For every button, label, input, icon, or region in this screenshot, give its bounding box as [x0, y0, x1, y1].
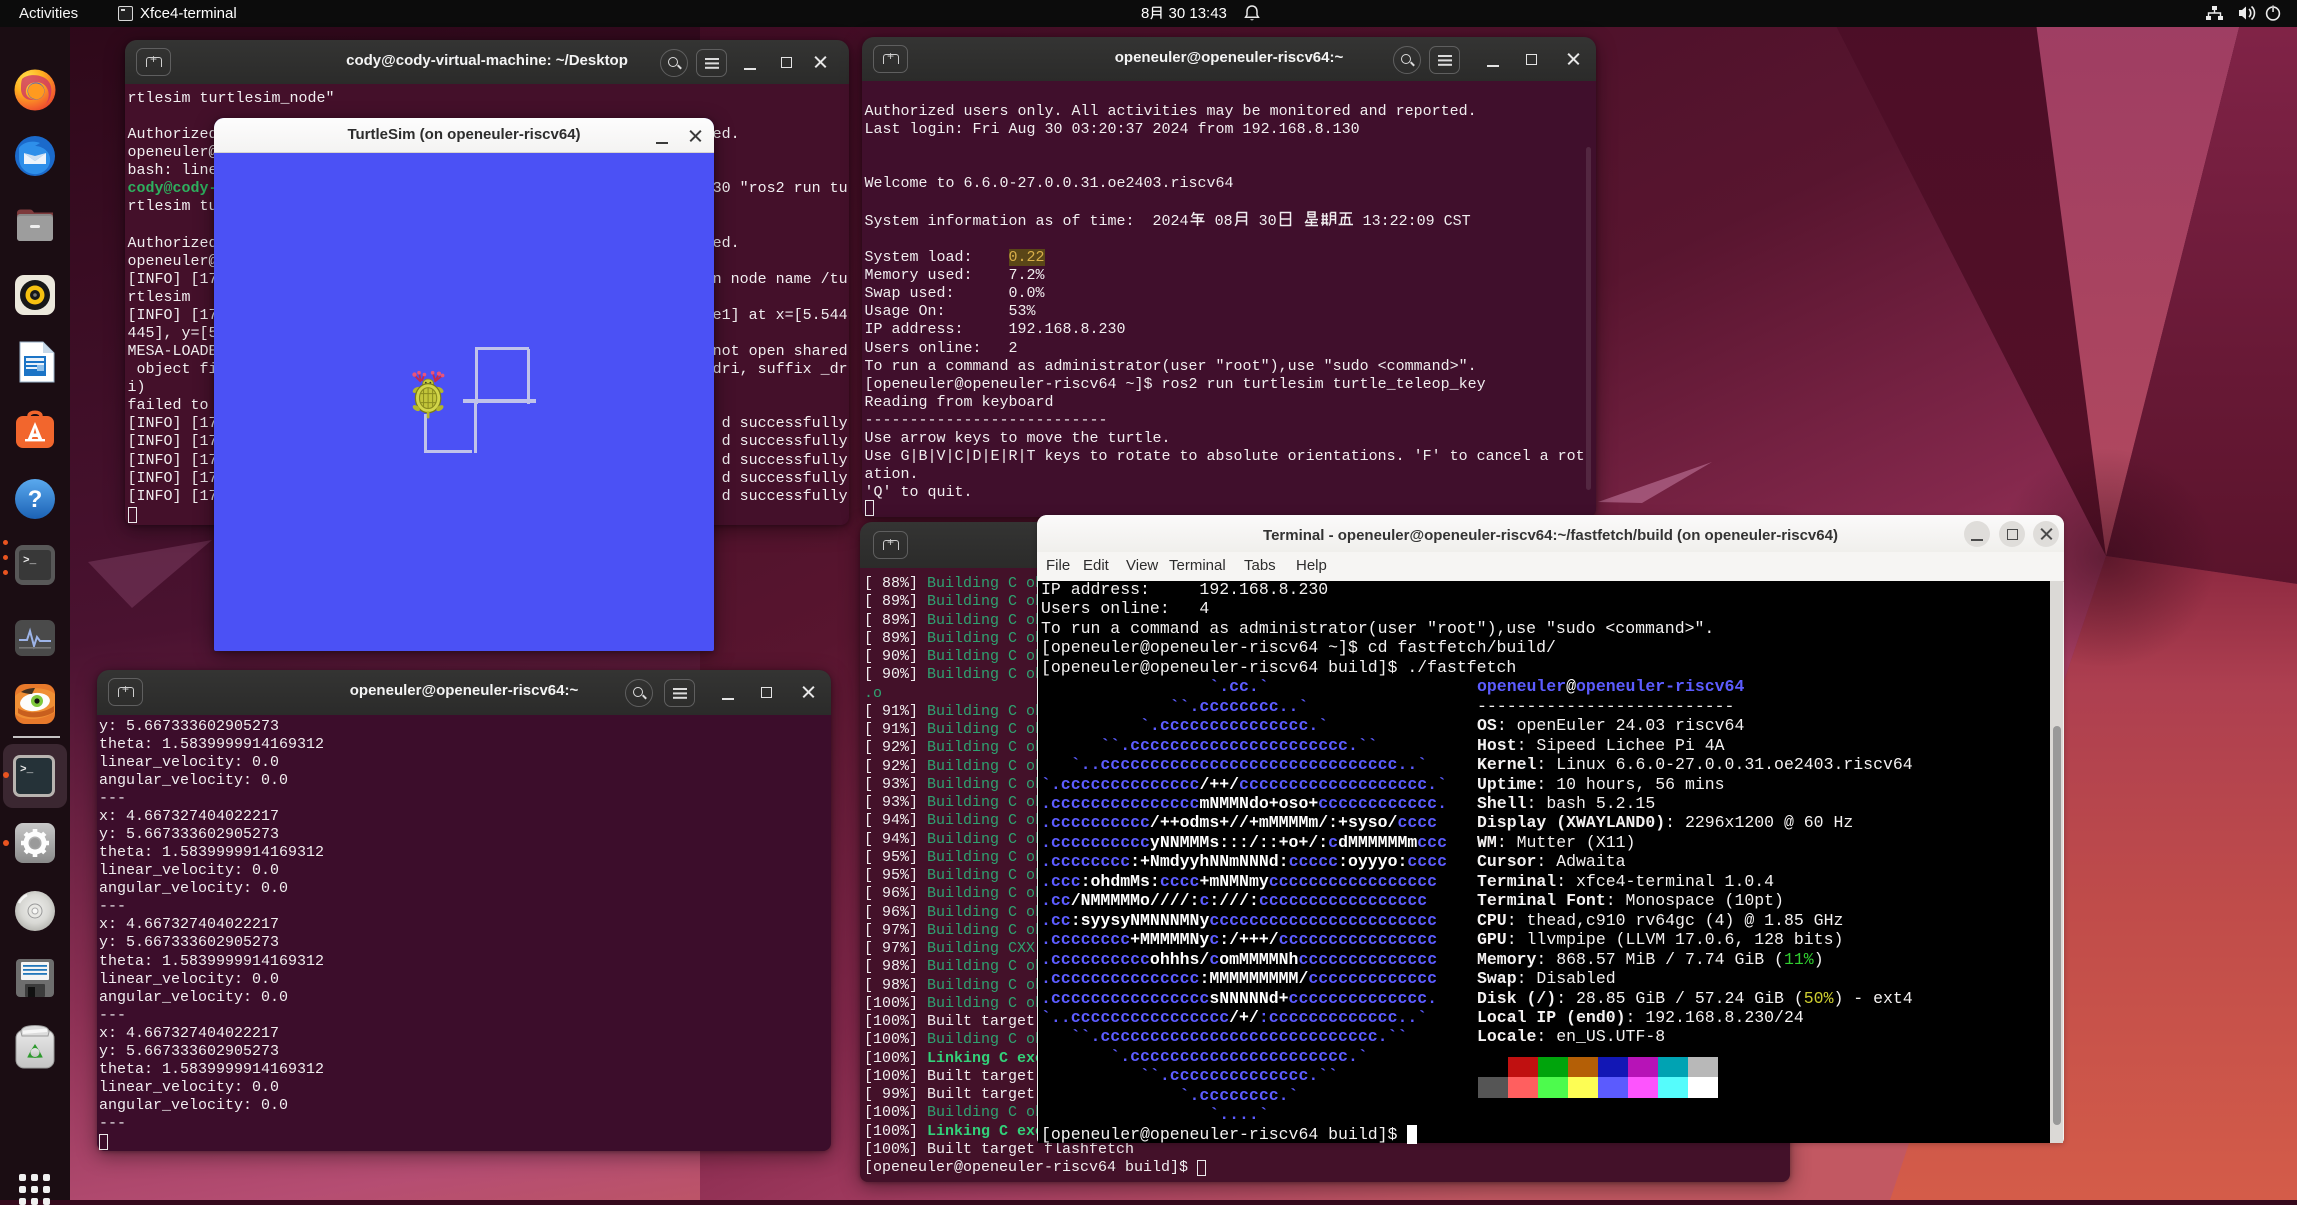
svg-text:>_: >_ — [23, 555, 37, 567]
svg-text:?: ? — [28, 486, 43, 513]
svg-text:>_: >_ — [20, 764, 34, 776]
